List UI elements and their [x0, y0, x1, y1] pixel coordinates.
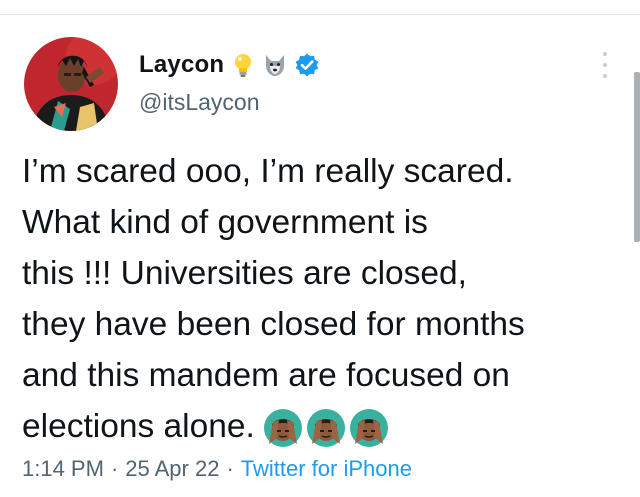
- user-name-row: Laycon: [139, 50, 320, 80]
- more-dot: [603, 63, 607, 67]
- face-palm-emoji: [263, 409, 302, 448]
- top-divider: [0, 0, 640, 15]
- tweet-text: I’m scared ooo, I’m really scared. What …: [22, 146, 622, 452]
- tweet-date[interactable]: 25 Apr 22: [125, 456, 219, 482]
- lightbulb-icon: [230, 52, 256, 78]
- tweet-text-content: I’m scared ooo, I’m really scared. What …: [22, 153, 525, 445]
- more-dot: [603, 74, 607, 78]
- more-dot: [603, 52, 607, 56]
- verified-badge-icon: [294, 52, 320, 78]
- more-options-icon[interactable]: [598, 52, 612, 78]
- meta-separator: ·: [110, 456, 119, 481]
- wolf-icon: [262, 52, 288, 78]
- scrollbar[interactable]: [634, 72, 640, 242]
- tweet-emoji-group: [263, 408, 389, 448]
- meta-separator: ·: [226, 456, 234, 481]
- display-name[interactable]: Laycon: [139, 51, 224, 79]
- face-palm-emoji: [349, 409, 388, 448]
- avatar[interactable]: [24, 37, 118, 131]
- tweet-meta: 1:14 PM · 25 Apr 22 · Twitter for iPhone: [22, 456, 412, 482]
- face-palm-emoji: [306, 409, 345, 448]
- tweet-time[interactable]: 1:14 PM: [22, 456, 104, 482]
- user-handle[interactable]: @itsLaycon: [139, 89, 260, 116]
- tweet-source-link[interactable]: Twitter for iPhone: [241, 456, 412, 482]
